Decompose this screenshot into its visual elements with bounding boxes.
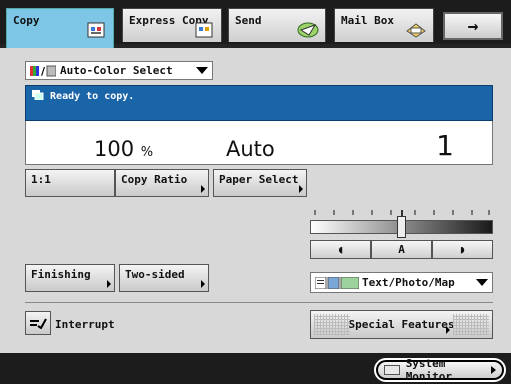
density-tick [352,210,354,215]
interrupt-label: Interrupt [55,318,115,331]
color-mode-select[interactable]: / Auto-Color Select [25,61,213,80]
system-monitor-label: System Monitor [405,357,453,383]
tab-send[interactable]: Send [228,8,326,42]
function-tab-bar: Copy Express Copy Send Mail Box → [0,0,511,48]
copy-status-icon [32,90,44,101]
original-type-select[interactable]: Text/Photo/Map [310,272,493,293]
paper-select-button[interactable]: Paper Select [213,169,307,197]
section-divider [25,302,493,303]
tab-copy[interactable]: Copy [6,8,114,48]
copy-ratio-label: Copy Ratio [121,173,188,186]
text-photo-map-icon [315,276,359,289]
original-type-value: Text/Photo/Map [362,276,455,289]
density-tick [452,210,454,215]
paper-size-value: Auto [226,137,275,161]
density-tick [371,210,373,215]
density-tick [433,210,435,215]
status-message: Ready to copy. [50,91,135,102]
density-tick [488,210,490,215]
color-mode-icon: / [30,65,56,77]
finishing-label: Finishing [31,268,91,281]
submenu-arrow-icon [201,280,205,288]
mailbox-icon [406,23,426,38]
system-monitor-face: System Monitor [378,357,502,383]
copy-quantity: 1 [436,129,454,162]
density-lighter-button[interactable]: ◖ [310,240,371,259]
copy-ratio-unit: % [140,145,154,160]
monitor-icon [384,365,400,375]
finishing-button[interactable]: Finishing [25,264,115,292]
submenu-arrow-icon [201,185,205,193]
copy-ratio-number: 100 [94,137,135,161]
density-tick [414,210,416,215]
submenu-arrow-icon [446,326,450,334]
density-slider-handle[interactable] [397,216,406,238]
express-copy-icon [195,22,213,38]
status-message-area: Ready to copy. [25,85,493,121]
interrupt-button[interactable] [25,311,51,335]
chevron-down-icon [196,67,208,74]
two-sided-label: Two-sided [125,268,185,281]
special-features-button[interactable]: Special Features [310,310,493,339]
tab-send-label: Send [235,14,262,27]
submenu-arrow-icon [107,280,111,288]
submenu-arrow-icon [299,185,303,193]
density-tick [471,210,473,215]
tab-mail-box[interactable]: Mail Box [334,8,434,42]
copy-readout: 100 % Auto 1 [25,121,493,165]
two-sided-button[interactable]: Two-sided [119,264,209,292]
density-buttons: ◖ A ◗ [310,240,493,259]
paper-select-label: Paper Select [219,173,299,186]
copy-ratio-button[interactable]: Copy Ratio [115,169,209,197]
one-to-one-button[interactable]: 1:1 [25,169,115,197]
more-functions-button[interactable]: → [443,12,503,40]
lighter-icon: ◖ [337,243,344,256]
special-features-label: Special Features [348,318,455,331]
copy-icon [87,22,105,38]
copy-screen: Copy Express Copy Send Mail Box → / Auto… [0,0,511,384]
hatch-decoration [453,314,489,335]
density-tick [390,210,392,215]
submenu-arrow-icon [491,366,496,374]
status-bar: System Monitor [0,353,511,384]
density-tick [333,210,335,215]
density-auto-button[interactable]: A [371,240,432,259]
copy-settings-panel: / Auto-Color Select Ready to copy. 100 %… [0,48,511,353]
density-auto-label: A [398,243,405,256]
svg-text:/: / [41,65,46,77]
density-darker-button[interactable]: ◗ [432,240,493,259]
density-slider[interactable] [310,216,493,238]
hatch-decoration [314,314,350,335]
color-mode-value: Auto-Color Select [60,64,173,77]
system-monitor-button[interactable]: System Monitor [374,357,506,383]
chevron-down-icon [476,279,488,286]
send-icon [297,22,319,38]
right-arrow-icon: → [467,15,479,37]
density-tick [314,210,316,215]
tab-mail-box-label: Mail Box [341,14,394,27]
one-to-one-label: 1:1 [31,173,51,186]
interrupt-icon [30,318,47,329]
copy-ratio-value: 100 % [94,137,153,161]
tab-copy-label: Copy [13,14,40,27]
darker-icon: ◗ [459,243,466,256]
tab-express-copy[interactable]: Express Copy [122,8,222,42]
